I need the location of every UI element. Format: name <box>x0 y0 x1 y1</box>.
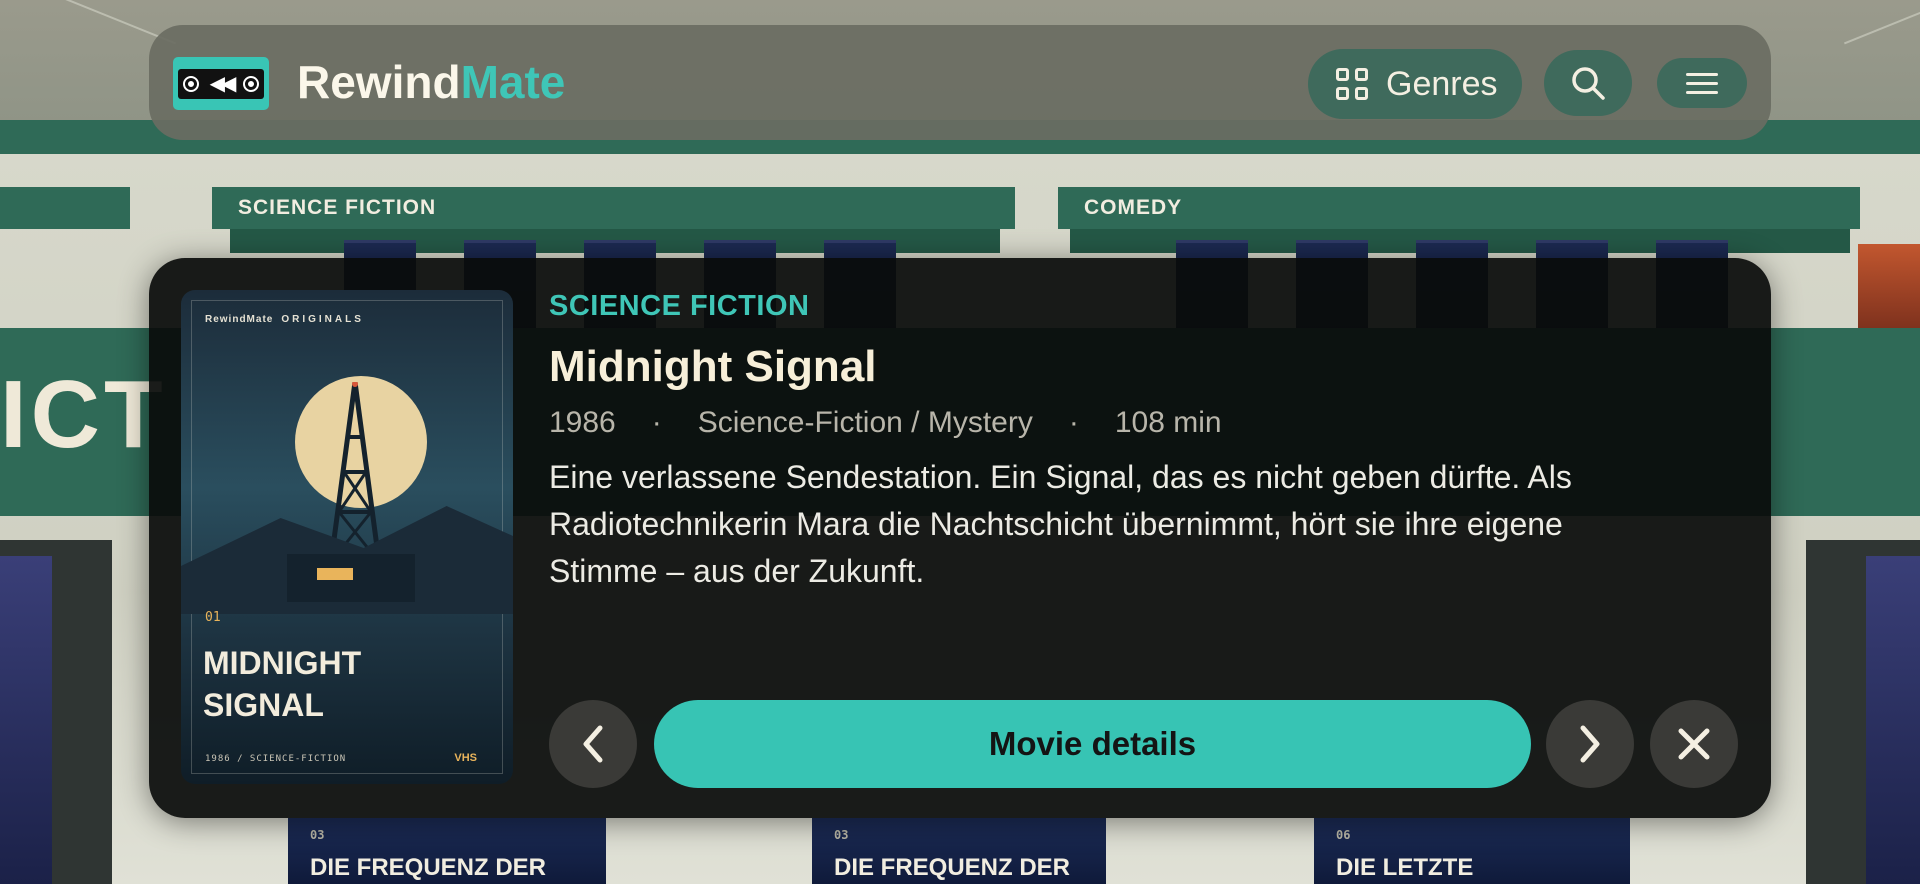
menu-button[interactable] <box>1657 58 1747 108</box>
brand-name-first: Rewind <box>297 56 461 108</box>
genre-label[interactable]: SCIENCE FICTION <box>549 290 809 323</box>
station-window <box>317 568 353 580</box>
close-icon <box>1678 728 1710 760</box>
tape-cover: 06 DIE LETZTE <box>1314 818 1630 884</box>
meta-separator: · <box>651 406 662 439</box>
shelf-sign-left <box>0 187 130 229</box>
tape-title: DIE FREQUENZ DER <box>834 854 1071 881</box>
search-icon <box>1572 67 1605 100</box>
movie-detail-card: RewindMate ORIGINALS 01 MIDNIGHT SIGNAL 1… <box>149 258 1771 818</box>
radio-tower-icon <box>328 382 382 562</box>
genres-label: Genres <box>1386 64 1498 103</box>
brand-name[interactable]: RewindMate <box>297 55 565 109</box>
tape-number: 03 <box>310 828 325 842</box>
search-button[interactable] <box>1544 50 1632 116</box>
meta-separator: · <box>1068 406 1079 439</box>
poster-brand: RewindMate ORIGINALS <box>205 314 364 325</box>
menu-icon-bar <box>1686 81 1718 85</box>
movie-details-button[interactable]: Movie details <box>654 700 1531 788</box>
chevron-left-icon <box>583 725 603 763</box>
top-navbar: ◀◀ RewindMate Genres <box>149 25 1771 140</box>
shelf-sign-comedy: COMEDY <box>1058 187 1860 229</box>
release-year: 1986 <box>549 406 616 439</box>
movie-poster[interactable]: RewindMate ORIGINALS 01 MIDNIGHT SIGNAL 1… <box>181 290 513 784</box>
tape-title: DIE LETZTE <box>1336 854 1474 881</box>
tape-number: 03 <box>834 828 849 842</box>
tape-number: 06 <box>1336 828 1351 842</box>
movie-meta: 1986 · Science-Fiction / Mystery · 108 m… <box>549 406 1222 440</box>
tape-cover: 03 DIE FREQUENZ DER <box>812 818 1106 884</box>
next-button[interactable] <box>1546 700 1634 788</box>
tape-cover: 03 DIE FREQUENZ DER <box>288 818 606 884</box>
movie-genres: Science-Fiction / Mystery <box>697 406 1033 439</box>
poster-footer: 1986 / SCIENCE-FICTION <box>205 754 347 764</box>
previous-button[interactable] <box>549 700 637 788</box>
genre-band-text: ICT <box>0 361 167 468</box>
shelf-sign-science-fiction: SCIENCE FICTION <box>212 187 1015 229</box>
menu-icon-bar <box>1686 90 1718 94</box>
side-tape <box>1858 244 1920 334</box>
poster-number: 01 <box>205 610 221 625</box>
movie-synopsis: Eine verlassene Sendestation. Ein Signal… <box>549 459 1572 589</box>
movie-title: Midnight Signal <box>549 342 877 391</box>
poster-title: MIDNIGHT SIGNAL <box>203 645 362 723</box>
menu-icon-bar <box>1686 72 1718 76</box>
movie-runtime: 108 min <box>1114 406 1222 439</box>
side-tape <box>1866 556 1920 884</box>
brand-name-accent: Mate <box>460 56 566 108</box>
genres-button[interactable]: Genres <box>1308 49 1522 119</box>
chevron-right-icon <box>1580 725 1600 763</box>
side-tape <box>0 556 52 884</box>
close-button[interactable] <box>1650 700 1738 788</box>
cassette-logo-icon[interactable]: ◀◀ <box>173 57 269 110</box>
poster-format-badge: VHS <box>454 752 477 764</box>
grid-icon <box>1336 68 1368 100</box>
tape-title: DIE FREQUENZ DER <box>310 854 547 881</box>
